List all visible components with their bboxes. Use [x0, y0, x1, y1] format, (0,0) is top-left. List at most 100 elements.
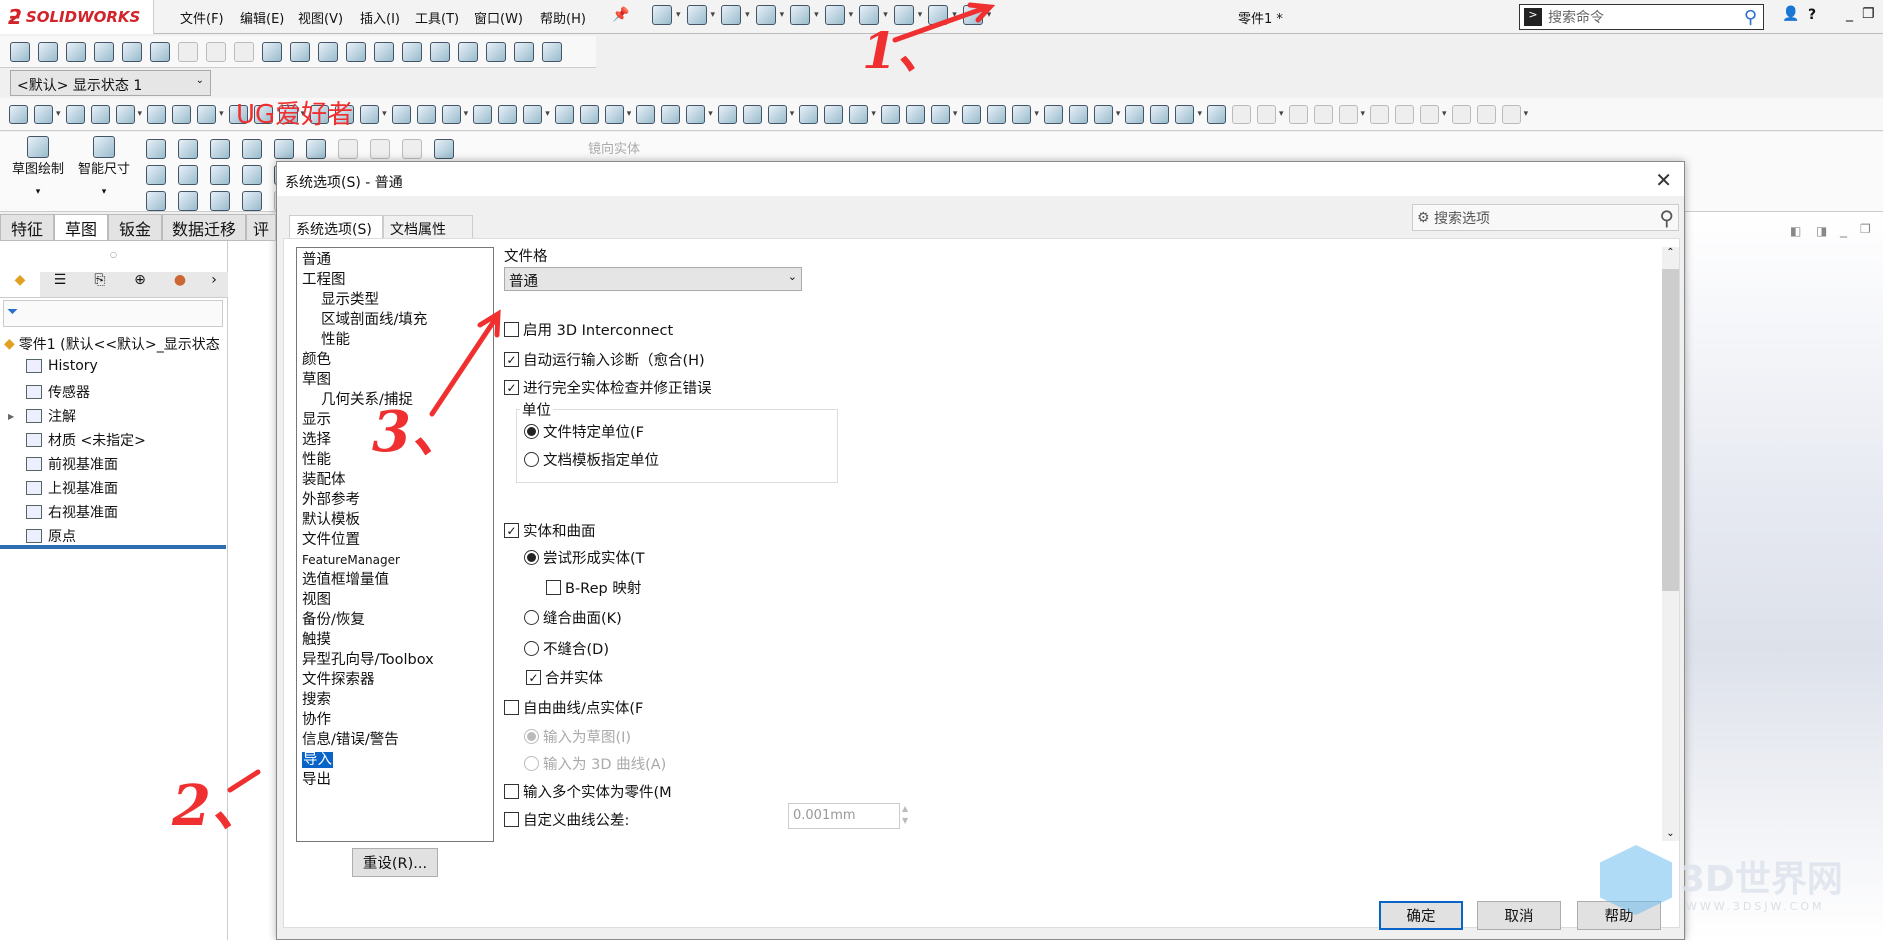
save-icon[interactable]	[755, 5, 776, 25]
sketch-tool-icon[interactable]	[65, 104, 85, 124]
sketch-tool-icon[interactable]	[1420, 104, 1440, 124]
smart-dimension-button[interactable]: 智能尺寸 ▾	[74, 136, 134, 197]
minimize-view-icon[interactable]: _	[1840, 222, 1847, 238]
dropdown-arrow-icon[interactable]: ▾	[871, 109, 876, 119]
tree-item[interactable]: ▶ 注解	[8, 406, 76, 426]
print-icon[interactable]	[790, 5, 811, 25]
category-item[interactable]: 信息/错误/警告	[297, 730, 493, 750]
vertical-scrollbar[interactable]: ⌃ ⌄	[1662, 247, 1679, 841]
dropdown-arrow-icon[interactable]: ▾	[627, 109, 632, 119]
sketch-tool-icon[interactable]	[90, 104, 110, 124]
menu-item[interactable]: 编辑(E)	[240, 8, 284, 27]
sketch-tool-icon[interactable]	[498, 104, 518, 124]
cancel-button[interactable]: 取消	[1477, 901, 1561, 930]
brep-mapping-checkbox[interactable]: B-Rep 映射	[546, 577, 641, 598]
category-item[interactable]: FeatureManager	[297, 550, 493, 570]
minimize-icon[interactable]: _	[1846, 6, 1853, 22]
auto-diagnosis-checkbox[interactable]: ✓ 自动运行输入诊断（愈合(H)	[504, 349, 705, 370]
tree-item[interactable]: 上视基准面	[26, 478, 118, 498]
file-format-dropdown[interactable]: 普通 ⌄	[504, 267, 802, 291]
open-icon[interactable]	[721, 5, 742, 25]
deviation-icon[interactable]	[346, 41, 366, 62]
spelling-icon[interactable]	[10, 41, 30, 62]
units-radio[interactable]: 文件特定单位(F	[524, 421, 644, 442]
dropdown-arrow-icon[interactable]: ▾	[953, 109, 958, 119]
sketch-tool-icon[interactable]	[523, 104, 543, 124]
sketch-tool-icon[interactable]	[1313, 104, 1333, 124]
dropdown-arrow-icon[interactable]: ▾	[814, 10, 819, 20]
category-item[interactable]: 默认模板	[297, 510, 493, 530]
merge-bodies-checkbox[interactable]: ✓ 合并实体	[526, 667, 603, 688]
checkbox[interactable]	[546, 580, 561, 595]
category-item[interactable]: 区域剖面线/填充	[297, 310, 493, 330]
new-document-icon[interactable]	[686, 5, 707, 25]
sketch-tool-icon[interactable]	[1501, 104, 1521, 124]
full-check-checkbox[interactable]: ✓ 进行完全实体检查并修正错误	[504, 377, 712, 398]
category-item[interactable]: 颜色	[297, 350, 493, 370]
dropdown-arrow-icon[interactable]: ▾	[952, 10, 957, 20]
configuration-manager-tab-icon[interactable]: ⎘	[80, 272, 120, 297]
excel-icon[interactable]	[402, 41, 422, 62]
category-item[interactable]: 协作	[297, 710, 493, 730]
sketch-tool-icon[interactable]	[172, 104, 192, 124]
dropdown-arrow-icon[interactable]: ▾	[382, 109, 387, 119]
scroll-down-icon[interactable]: ⌄	[1662, 828, 1679, 839]
sketch-tool-icon[interactable]	[849, 104, 869, 124]
reset-button[interactable]: 重设(R)...	[352, 848, 438, 877]
panel-right-icon[interactable]: ◨	[1816, 224, 1827, 238]
dropdown-arrow-icon[interactable]: ▾	[918, 10, 923, 20]
sketch-entity-icon[interactable]	[210, 191, 230, 211]
dropdown-arrow-icon[interactable]: ▾	[790, 109, 795, 119]
sketch-entity-icon[interactable]	[210, 165, 230, 185]
radio-button[interactable]	[524, 756, 539, 771]
category-item[interactable]: 文件探索器	[297, 670, 493, 690]
sketch-tool-icon[interactable]	[115, 104, 135, 124]
tolerance-spinner[interactable]: ▲ ▼	[902, 803, 914, 829]
dropdown-arrow-icon[interactable]: ▾	[708, 109, 713, 119]
category-item[interactable]: 搜索	[297, 690, 493, 710]
dropdown-arrow-icon[interactable]: ▾	[56, 109, 61, 119]
dropdown-arrow-icon[interactable]: ▾	[138, 109, 143, 119]
sketch-tool-icon[interactable]	[391, 104, 411, 124]
dropdown-arrow-icon[interactable]: ▾	[1279, 109, 1284, 119]
sketch-tool-icon[interactable]	[767, 104, 787, 124]
sketch-tool-icon[interactable]	[1068, 104, 1088, 124]
dropdown-icon[interactable]: ▾	[74, 187, 134, 197]
sketch-tool-icon[interactable]	[1338, 104, 1358, 124]
dropdown-arrow-icon[interactable]: ▾	[676, 10, 681, 20]
dropdown-icon[interactable]: ▾	[8, 187, 68, 197]
sketch-tool-icon[interactable]	[987, 104, 1007, 124]
radio-button[interactable]	[524, 550, 539, 565]
category-item[interactable]: 导出	[297, 770, 493, 790]
import-as-3d-curve-radio[interactable]: 输入为 3D 曲线(A)	[524, 753, 666, 774]
compare-icon[interactable]	[374, 41, 394, 62]
sketch-tool-icon[interactable]	[742, 104, 762, 124]
performance-icon[interactable]	[150, 41, 170, 62]
custom-tolerance-checkbox[interactable]: 自定义曲线公差:	[504, 809, 629, 830]
sketch-entity-icon[interactable]	[146, 139, 166, 159]
check-icon[interactable]	[178, 41, 198, 62]
menu-item[interactable]: 帮助(H)	[540, 8, 586, 27]
sketch-tool-icon[interactable]	[1256, 104, 1276, 124]
sketch-entity-icon[interactable]	[242, 191, 262, 211]
sketch-entity-icon[interactable]	[242, 165, 262, 185]
knit-surfaces-radio[interactable]: 缝合曲面(K)	[524, 607, 622, 628]
category-list[interactable]: 普通 工程图 显示类型 区域剖面线/填充 性能 颜色 草图 几何关系/捕捉 显示 选择 性能 装配体外…	[296, 247, 494, 842]
sketch-entity-icon[interactable]	[434, 139, 454, 159]
sketch-entity-icon[interactable]	[146, 191, 166, 211]
measure-icon[interactable]	[38, 41, 58, 62]
dropdown-arrow-icon[interactable]: ▾	[1116, 109, 1121, 119]
category-item[interactable]: 装配体	[297, 470, 493, 490]
sketch-tool-icon[interactable]	[1125, 104, 1145, 124]
dropdown-arrow-icon[interactable]: ▾	[1197, 109, 1202, 119]
zebra-icon[interactable]	[458, 41, 478, 62]
mirror-entities-button[interactable]: 镜向实体	[588, 138, 640, 157]
menu-item[interactable]: 窗口(W)	[474, 8, 523, 27]
settings-icon[interactable]	[542, 41, 562, 62]
verify-icon[interactable]	[486, 41, 506, 62]
undo-icon[interactable]	[824, 5, 845, 25]
category-item[interactable]: 导入	[297, 750, 493, 770]
category-item[interactable]: 视图	[297, 590, 493, 610]
tree-root[interactable]: ◆ 零件1 (默认<<默认>_显示状态	[4, 334, 220, 354]
user-icon[interactable]: 👤	[1782, 6, 1799, 22]
